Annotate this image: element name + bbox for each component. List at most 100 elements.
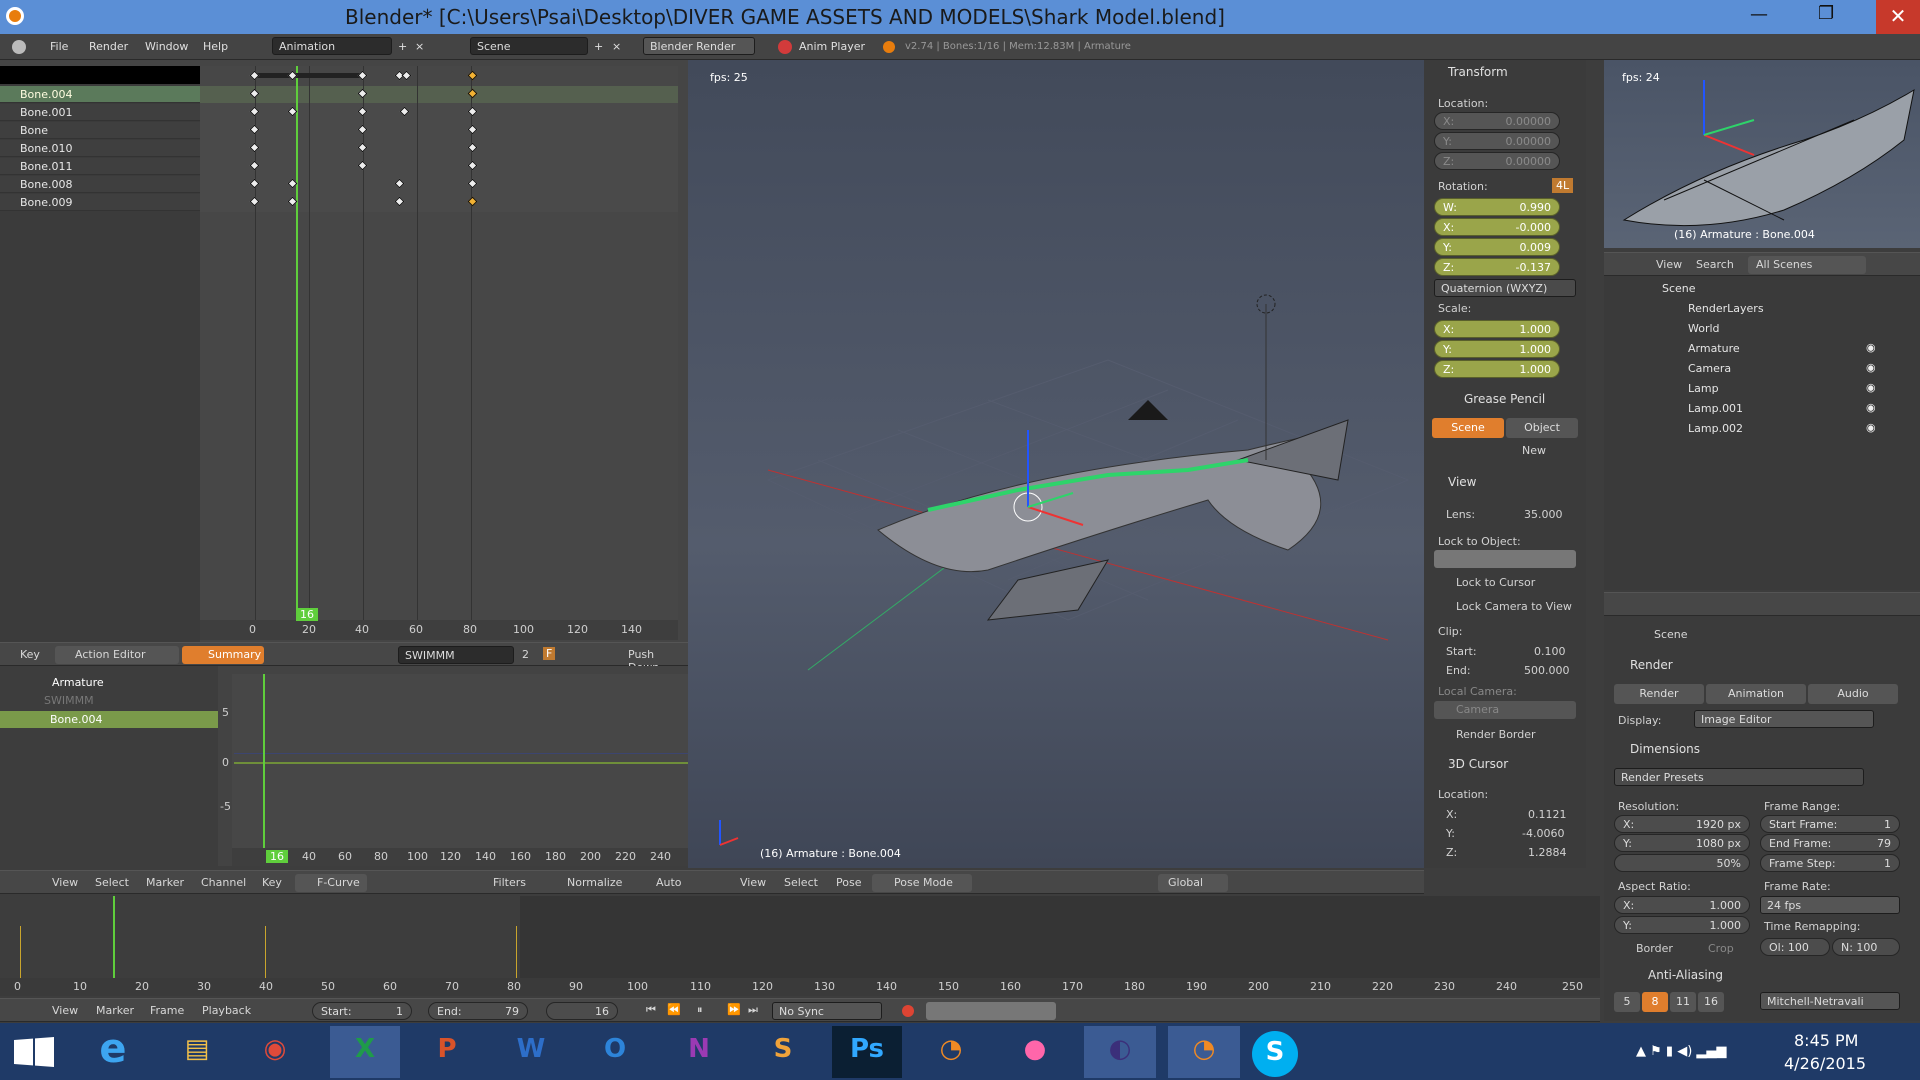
- aspect-x[interactable]: X: 1.000: [1614, 896, 1750, 914]
- eye-icon[interactable]: ◉: [1866, 401, 1876, 414]
- eye-icon[interactable]: ◉: [1866, 341, 1876, 354]
- rotation-z[interactable]: Z: -0.137: [1434, 258, 1560, 276]
- jump-start-icon[interactable]: ⏮: [646, 1003, 656, 1017]
- camera-viewport[interactable]: fps: 24 (16) Armature : Bone.004: [1604, 60, 1920, 248]
- eye-icon[interactable]: ◉: [1866, 361, 1876, 374]
- summary-toggle[interactable]: Summary: [182, 646, 264, 664]
- border-toggle[interactable]: Border: [1636, 942, 1673, 955]
- viewport-menu-pose[interactable]: Pose: [836, 876, 861, 889]
- sublime-icon[interactable]: S: [748, 1026, 818, 1078]
- graph-menu-channel[interactable]: Channel: [201, 876, 246, 889]
- summary-row[interactable]: [0, 66, 200, 84]
- start-frame-field[interactable]: Start: 1: [312, 1002, 412, 1020]
- location-x[interactable]: X: 0.00000: [1434, 112, 1560, 130]
- local-camera-field[interactable]: Camera: [1434, 701, 1576, 719]
- taskbar-clock-time[interactable]: 8:45 PM: [1794, 1031, 1858, 1050]
- outliner-filter-select[interactable]: All Scenes: [1748, 256, 1866, 274]
- eye-icon[interactable]: ◉: [1866, 421, 1876, 434]
- graph-channel-action[interactable]: SWIMMM: [44, 694, 94, 707]
- end-frame-field[interactable]: End: 79: [428, 1002, 528, 1020]
- powerpoint-icon[interactable]: P: [412, 1026, 482, 1078]
- outliner-search-menu[interactable]: Search: [1696, 258, 1734, 271]
- timeline-menu-view[interactable]: View: [52, 1004, 78, 1017]
- record-icon[interactable]: [902, 1005, 914, 1017]
- tray-icons[interactable]: ▲ ⚑ ▮ ◀) ▂▄▆: [1636, 1044, 1766, 1060]
- step-forward-icon[interactable]: ⏩: [727, 1003, 741, 1016]
- menu-file[interactable]: File: [50, 40, 68, 53]
- timeline-current-frame[interactable]: [113, 896, 115, 978]
- rotation-lock-4l[interactable]: 4L: [1552, 178, 1574, 193]
- orientation-select[interactable]: Global: [1158, 874, 1228, 892]
- lock-to-cursor[interactable]: Lock to Cursor: [1456, 576, 1535, 589]
- eclipse-icon[interactable]: ◐: [1084, 1026, 1156, 1078]
- display-select[interactable]: Image Editor: [1694, 710, 1874, 728]
- location-y[interactable]: Y: 0.00000: [1434, 132, 1560, 150]
- start-button[interactable]: [14, 1035, 54, 1069]
- channel-bone[interactable]: Bone: [0, 122, 200, 139]
- aspect-y[interactable]: Y: 1.000: [1614, 916, 1750, 934]
- channel-bone-011[interactable]: Bone.011: [0, 158, 200, 175]
- clip-start-value[interactable]: 0.100: [1534, 645, 1566, 658]
- excel-icon[interactable]: X: [330, 1026, 400, 1078]
- render-button[interactable]: Render: [1614, 684, 1704, 704]
- close-button[interactable]: ✕: [1876, 0, 1920, 34]
- graph-channel-armature[interactable]: Armature: [52, 676, 104, 689]
- menu-window[interactable]: Window: [145, 40, 188, 53]
- current-frame-line[interactable]: [296, 66, 298, 624]
- render-panel-title[interactable]: Render: [1630, 658, 1673, 672]
- animation-button[interactable]: Animation: [1706, 684, 1806, 704]
- current-frame-badge[interactable]: 16: [266, 850, 288, 863]
- play-pause-icon[interactable]: ⏸: [697, 1003, 703, 1017]
- graph-menu-key[interactable]: Key: [262, 876, 282, 889]
- action-name-field[interactable]: SWIMMM: [398, 646, 514, 664]
- skype-icon[interactable]: S: [1252, 1031, 1298, 1077]
- scene-field[interactable]: Scene: [470, 37, 588, 55]
- info-icon[interactable]: [12, 40, 26, 54]
- photoshop-icon[interactable]: Ps: [832, 1026, 902, 1078]
- aa-samples-5[interactable]: 5: [1614, 992, 1640, 1012]
- render-border-toggle[interactable]: Render Border: [1456, 728, 1536, 741]
- normalize-toggle[interactable]: Normalize: [567, 876, 622, 889]
- anti-aliasing-title[interactable]: Anti-Aliasing: [1648, 968, 1723, 982]
- add-layout-icon[interactable]: +: [398, 40, 407, 53]
- cursor-x-value[interactable]: 0.1121: [1528, 808, 1567, 821]
- gp-new-button[interactable]: New: [1522, 444, 1546, 457]
- aa-samples-8[interactable]: 8: [1642, 992, 1668, 1012]
- shark-model[interactable]: [688, 60, 1424, 868]
- taskbar-clock-date[interactable]: 4/26/2015: [1784, 1054, 1866, 1073]
- res-x[interactable]: X: 1920 px: [1614, 815, 1750, 833]
- timeline-menu-marker[interactable]: Marker: [96, 1004, 134, 1017]
- graph-mode-select[interactable]: F-Curve: [295, 874, 367, 892]
- rotation-mode-select[interactable]: Quaternion (WXYZ): [1434, 279, 1576, 297]
- keying-set-field[interactable]: [926, 1002, 1056, 1020]
- chrome-icon[interactable]: ◉: [240, 1026, 310, 1078]
- auto-toggle[interactable]: Auto: [656, 876, 682, 889]
- current-frame-field[interactable]: 16: [546, 1002, 618, 1020]
- graph-menu-marker[interactable]: Marker: [146, 876, 184, 889]
- aa-samples-16[interactable]: 16: [1698, 992, 1724, 1012]
- outliner-item-lamp[interactable]: Lamp ◉: [1612, 378, 1920, 398]
- lens-value[interactable]: 35.000: [1524, 508, 1563, 521]
- filters-button[interactable]: Filters: [493, 876, 526, 889]
- gp-tab-scene[interactable]: Scene: [1432, 418, 1504, 438]
- dopesheet-area[interactable]: [200, 66, 678, 632]
- osu-icon[interactable]: ●: [1000, 1026, 1070, 1078]
- grease-pencil-title[interactable]: Grease Pencil: [1464, 392, 1545, 406]
- timeline-menu-playback[interactable]: Playback: [202, 1004, 251, 1017]
- graph-frame-ruler[interactable]: 20 40 60 80 100 120 140 160 180 200 220 …: [232, 848, 688, 866]
- key-menu[interactable]: Key: [20, 648, 40, 661]
- graph-menu-view[interactable]: View: [52, 876, 78, 889]
- graph-curve[interactable]: [234, 762, 688, 764]
- scale-x[interactable]: X: 1.000: [1434, 320, 1560, 338]
- delete-scene-icon[interactable]: ×: [612, 40, 621, 53]
- cursor-title[interactable]: 3D Cursor: [1448, 757, 1508, 771]
- channel-bone-001[interactable]: Bone.001: [0, 104, 200, 121]
- eye-icon[interactable]: ◉: [1866, 381, 1876, 394]
- viewport-menu-select[interactable]: Select: [784, 876, 818, 889]
- start-frame[interactable]: Start Frame: 1: [1760, 815, 1900, 833]
- channel-bone-004[interactable]: Bone.004: [0, 86, 200, 103]
- outliner-item-world[interactable]: World: [1612, 318, 1920, 338]
- graph-channel-bone[interactable]: Bone.004: [0, 711, 218, 728]
- frame-ruler[interactable]: 0 20 40 60 80 100 120 140 16: [200, 608, 678, 640]
- render-engine-select[interactable]: Blender Render: [643, 37, 755, 55]
